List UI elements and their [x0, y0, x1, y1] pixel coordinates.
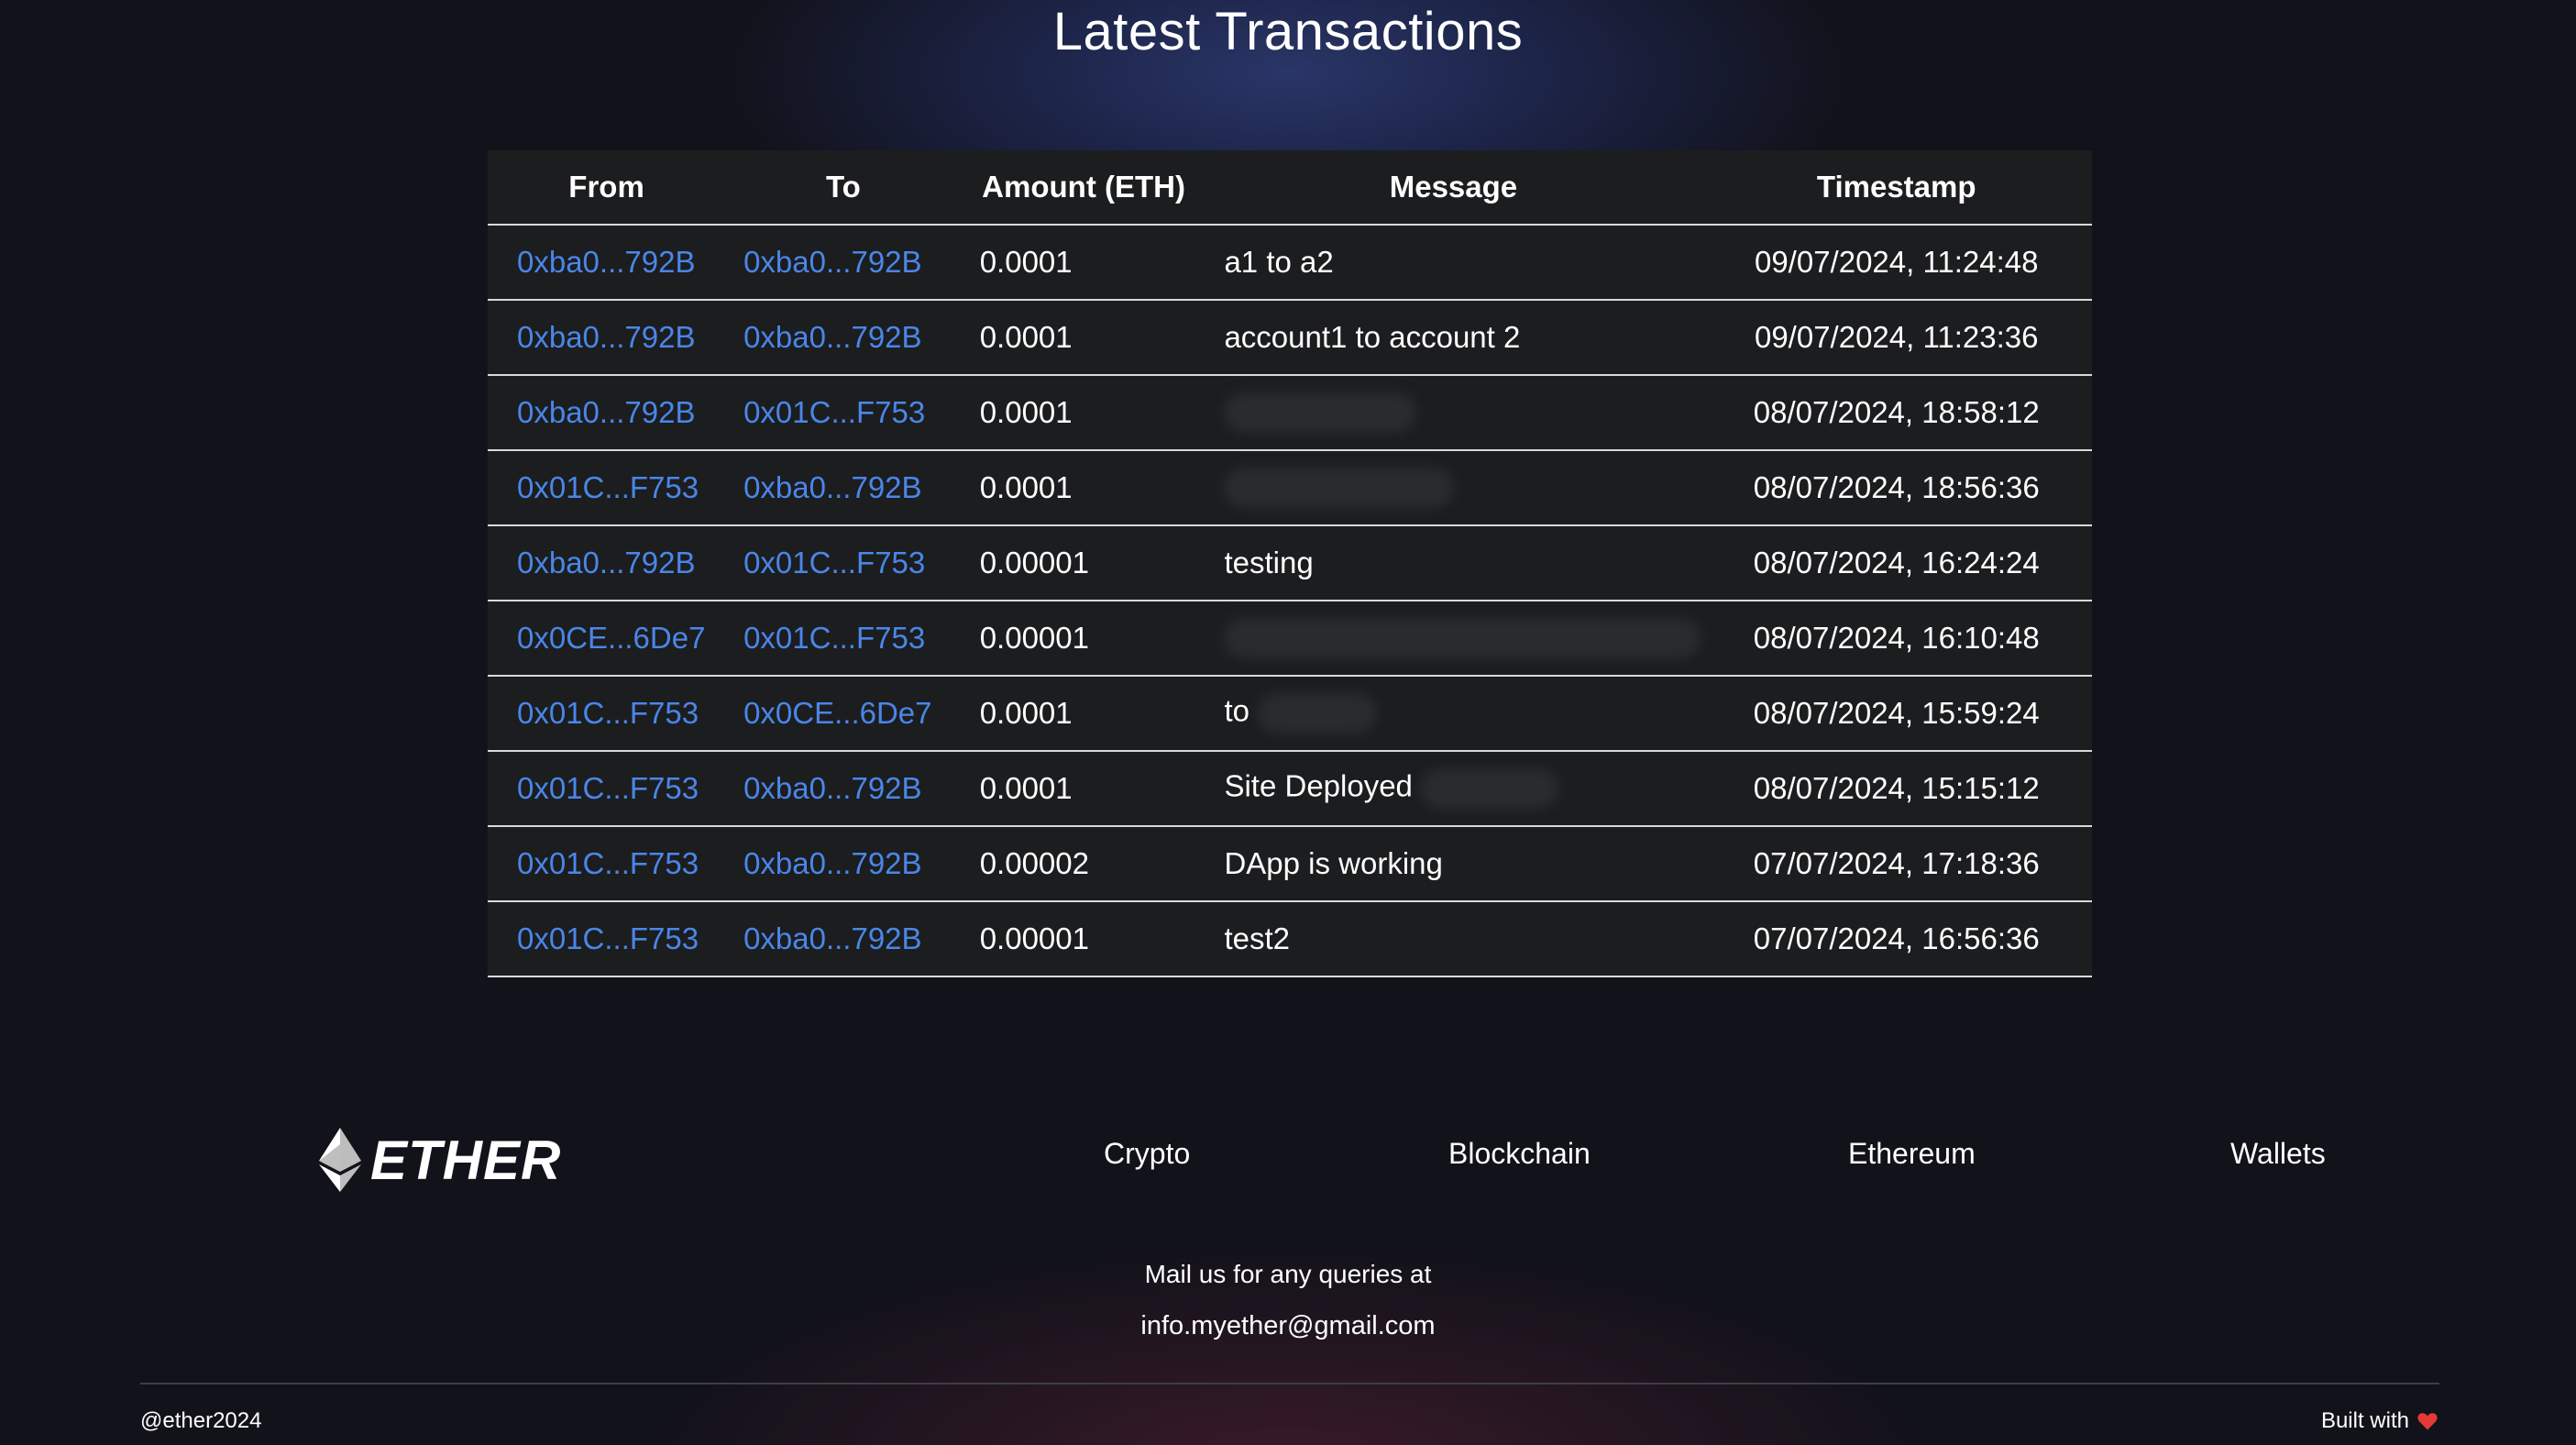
redaction-blur	[1421, 768, 1559, 809]
timestamp-cell: 08/07/2024, 16:10:48	[1701, 601, 2092, 677]
table-row: 0x01C...F753 0xba0...792B 0.00002 DApp i…	[488, 826, 2092, 902]
timestamp-cell: 09/07/2024, 11:23:36	[1701, 300, 2092, 376]
footer-link-blockchain[interactable]: Blockchain	[1448, 1137, 1591, 1171]
message-cell: Site Deployed	[1205, 751, 1701, 827]
from-address-link[interactable]: 0xba0...792B	[488, 225, 726, 301]
amount-cell: 0.00001	[961, 601, 1206, 677]
table-header-row: From To Amount (ETH) Message Timestamp	[488, 150, 2092, 226]
timestamp-cell: 08/07/2024, 15:59:24	[1701, 676, 2092, 752]
timestamp-cell: 07/07/2024, 17:18:36	[1701, 826, 2092, 902]
footer-logo[interactable]: ETHER	[319, 1128, 561, 1192]
timestamp-cell: 07/07/2024, 16:56:36	[1701, 901, 2092, 977]
from-address-link[interactable]: 0x01C...F753	[488, 676, 726, 752]
to-address-link[interactable]: 0x0CE...6De7	[725, 676, 962, 752]
from-address-link[interactable]: 0x0CE...6De7	[488, 601, 726, 677]
column-header-from: From	[488, 150, 726, 226]
message-cell: to	[1205, 676, 1701, 752]
from-address-link[interactable]: 0x01C...F753	[488, 901, 726, 977]
message-cell: test2	[1205, 901, 1701, 977]
to-address-link[interactable]: 0xba0...792B	[725, 225, 962, 301]
table-row: 0xba0...792B 0x01C...F753 0.00001 testin…	[488, 525, 2092, 601]
table-row: 0xba0...792B 0x01C...F753 0.0001 08/07/2…	[488, 375, 2092, 451]
table-row: 0x01C...F753 0xba0...792B 0.0001 Site De…	[488, 751, 2092, 827]
table-row: 0x01C...F753 0x0CE...6De7 0.0001 to 08/0…	[488, 676, 2092, 752]
timestamp-cell: 08/07/2024, 18:56:36	[1701, 450, 2092, 526]
timestamp-cell: 08/07/2024, 18:58:12	[1701, 375, 2092, 451]
redaction-blur	[1224, 392, 1417, 433]
redaction-blur	[1224, 468, 1454, 508]
redaction-blur	[1224, 618, 1701, 658]
built-with: Built with	[2321, 1408, 2438, 1434]
column-header-timestamp: Timestamp	[1701, 150, 2092, 226]
message-cell-redacted	[1205, 601, 1701, 677]
column-header-message: Message	[1205, 150, 1701, 226]
table-row: 0x01C...F753 0xba0...792B 0.0001 08/07/2…	[488, 450, 2092, 526]
to-address-link[interactable]: 0xba0...792B	[725, 751, 962, 827]
message-cell: DApp is working	[1205, 826, 1701, 902]
timestamp-cell: 08/07/2024, 16:24:24	[1701, 525, 2092, 601]
to-address-link[interactable]: 0x01C...F753	[725, 525, 962, 601]
timestamp-cell: 08/07/2024, 15:15:12	[1701, 751, 2092, 827]
mail-label: Mail us for any queries at	[1144, 1260, 1432, 1288]
amount-cell: 0.0001	[961, 676, 1206, 752]
mail-address-container: info.myether@gmail.com	[0, 1311, 2576, 1341]
table-row: 0x01C...F753 0xba0...792B 0.00001 test2 …	[488, 901, 2092, 977]
from-address-link[interactable]: 0xba0...792B	[488, 300, 726, 376]
amount-cell: 0.00001	[961, 525, 1206, 601]
message-cell: a1 to a2	[1205, 225, 1701, 301]
to-address-link[interactable]: 0xba0...792B	[725, 901, 962, 977]
column-header-to: To	[725, 150, 962, 226]
to-address-link[interactable]: 0xba0...792B	[725, 300, 962, 376]
from-address-link[interactable]: 0xba0...792B	[488, 525, 726, 601]
logo-text: ETHER	[370, 1129, 562, 1191]
mail-address-link[interactable]: info.myether@gmail.com	[1140, 1311, 1435, 1340]
timestamp-cell: 09/07/2024, 11:24:48	[1701, 225, 2092, 301]
message-text: Site Deployed	[1224, 768, 1413, 803]
amount-cell: 0.00002	[961, 826, 1206, 902]
amount-cell: 0.0001	[961, 225, 1206, 301]
site-footer: ETHER Crypto Blockchain Ethereum Wallets…	[0, 1100, 2576, 1445]
footer-divider	[140, 1383, 2439, 1384]
to-address-link[interactable]: 0xba0...792B	[725, 450, 962, 526]
footer-link-wallets[interactable]: Wallets	[2230, 1137, 2326, 1171]
amount-cell: 0.0001	[961, 751, 1206, 827]
message-cell: account1 to account 2	[1205, 300, 1701, 376]
page-title: Latest Transactions	[1052, 2, 1524, 61]
table-row: 0xba0...792B 0xba0...792B 0.0001 account…	[488, 300, 2092, 376]
transactions-table-container: From To Amount (ETH) Message Timestamp 0…	[488, 150, 2092, 977]
amount-cell: 0.0001	[961, 375, 1206, 451]
to-address-link[interactable]: 0x01C...F753	[725, 375, 962, 451]
table-row: 0xba0...792B 0xba0...792B 0.0001 a1 to a…	[488, 225, 2092, 301]
from-address-link[interactable]: 0xba0...792B	[488, 375, 726, 451]
message-cell-redacted	[1205, 375, 1701, 451]
message-cell: testing	[1205, 525, 1701, 601]
amount-cell: 0.0001	[961, 450, 1206, 526]
built-with-label: Built with	[2320, 1408, 2409, 1433]
amount-cell: 0.00001	[961, 901, 1206, 977]
to-address-link[interactable]: 0x01C...F753	[725, 601, 962, 677]
from-address-link[interactable]: 0x01C...F753	[488, 450, 726, 526]
from-address-link[interactable]: 0x01C...F753	[488, 826, 726, 902]
table-row: 0x0CE...6De7 0x01C...F753 0.00001 08/07/…	[488, 601, 2092, 677]
message-text: to	[1224, 693, 1249, 728]
redaction-blur	[1258, 693, 1378, 734]
column-header-amount: Amount (ETH)	[961, 150, 1206, 226]
to-address-link[interactable]: 0xba0...792B	[725, 826, 962, 902]
amount-cell: 0.0001	[961, 300, 1206, 376]
footer-link-ethereum[interactable]: Ethereum	[1848, 1137, 1976, 1171]
ethereum-diamond-icon	[319, 1128, 361, 1192]
footer-link-crypto[interactable]: Crypto	[1104, 1137, 1190, 1171]
from-address-link[interactable]: 0x01C...F753	[488, 751, 726, 827]
message-cell-redacted	[1205, 450, 1701, 526]
copyright-text: @ether2024	[140, 1408, 262, 1433]
transactions-table: From To Amount (ETH) Message Timestamp 0…	[488, 150, 2092, 977]
heart-icon	[2417, 1413, 2438, 1430]
